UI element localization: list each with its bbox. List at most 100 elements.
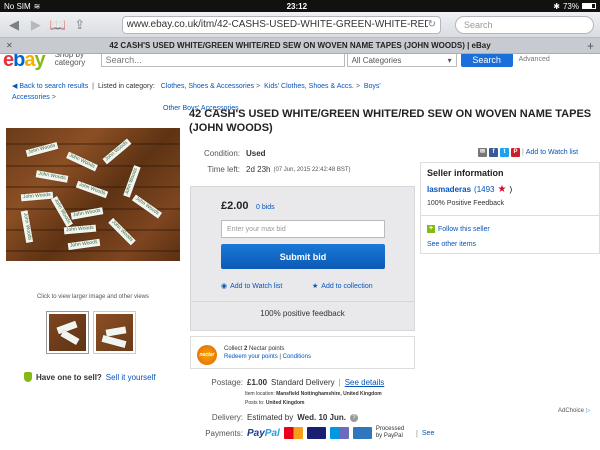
payments-row: Payments: PayPal Processed by PayPal | S… bbox=[188, 426, 434, 440]
shop-by-category[interactable]: Shop by category bbox=[55, 54, 95, 67]
collection-action[interactable]: ★ Add to collection bbox=[312, 282, 373, 291]
star-icon: ★ bbox=[312, 283, 319, 290]
pinterest-icon[interactable]: P bbox=[511, 148, 520, 157]
seller-info-box: Seller information lasmaderas (1493 ★ ) … bbox=[420, 162, 600, 254]
conditions-link[interactable]: Conditions bbox=[283, 354, 311, 360]
mastercard-icon bbox=[283, 427, 303, 439]
delivery-date: Wed. 10 Jun. bbox=[297, 413, 347, 422]
ebay-search-button[interactable]: Search bbox=[460, 54, 513, 67]
close-tab-icon[interactable]: ✕ bbox=[6, 41, 20, 50]
adchoice[interactable]: AdChoice ▷ bbox=[558, 407, 591, 415]
nectar-logo: nectar bbox=[197, 345, 217, 365]
item-location: Item location: Mansfield Nottinghamshire… bbox=[245, 391, 382, 397]
positive-feedback-text: 100% positive feedback bbox=[260, 309, 345, 318]
forward-arrow-icon[interactable]: ▶ bbox=[28, 17, 44, 33]
ebay-search-input[interactable]: Search... bbox=[100, 54, 345, 67]
submit-bid-button[interactable]: Submit bid bbox=[221, 244, 385, 269]
image-caption: Click to view larger image and other vie… bbox=[36, 294, 150, 300]
postage-row: Postage: £1.00 Standard Delivery | See d… bbox=[188, 378, 384, 387]
bookmarks-icon[interactable]: 📖 bbox=[50, 17, 66, 33]
thumbnail[interactable] bbox=[46, 311, 89, 354]
plus-icon: + bbox=[427, 225, 435, 233]
payments-label: Payments: bbox=[205, 428, 243, 438]
eye-icon: ◉ bbox=[221, 283, 228, 290]
name-tape: John Woods bbox=[35, 170, 69, 183]
bid-count-link[interactable]: 0 bids bbox=[256, 204, 275, 211]
thumbnail-strip bbox=[46, 311, 136, 354]
name-tape: John Woods bbox=[66, 151, 98, 172]
nectar-box: nectar Collect 2 Nectar points Redeem yo… bbox=[190, 336, 415, 369]
processed-by-paypal: Processed by PayPal bbox=[375, 426, 405, 439]
time-left-label: Time left: bbox=[207, 165, 240, 174]
max-bid-placeholder: Enter your max bid bbox=[227, 225, 286, 233]
ebay-header: ebay Shop by category Search... All Cate… bbox=[0, 54, 600, 70]
maestro-icon bbox=[329, 427, 349, 439]
tab-title[interactable]: 42 CASH'S USED WHITE/GREEN WHITE/RED SEW… bbox=[20, 41, 580, 50]
wifi-icon: ≋ bbox=[33, 1, 41, 11]
see-details-link[interactable]: See details bbox=[345, 378, 385, 387]
seller-score-link[interactable]: (1493 bbox=[474, 185, 494, 194]
name-tape: John Woods bbox=[123, 165, 141, 198]
add-to-watch-list-link[interactable]: Add to Watch list bbox=[526, 149, 578, 156]
name-tape: John Woods bbox=[108, 217, 136, 246]
ios-status-bar: No SIM ≋ 23:12 ✱ 73% bbox=[0, 0, 600, 12]
share-bar: ✉ f t P | Add to Watch list bbox=[478, 148, 579, 157]
browser-toolbar: ◀ ▶ 📖 ⇪ www.ebay.co.uk/itm/42-CASHS-USED… bbox=[0, 12, 600, 38]
browser-search-input[interactable]: Search bbox=[455, 15, 595, 34]
visa-icon bbox=[306, 427, 326, 439]
name-tape: John Woods bbox=[50, 196, 73, 227]
category-label: All Categories bbox=[351, 55, 402, 65]
nectar-collect: Collect 2 Nectar points bbox=[224, 346, 285, 352]
redeem-points-link[interactable]: Redeem your points bbox=[224, 354, 278, 360]
back-to-search-link[interactable]: Back to search results bbox=[19, 83, 88, 90]
facebook-icon[interactable]: f bbox=[489, 148, 498, 157]
time-left-row: Time left: 2d 23h (07 Jun, 2015 22:42:48… bbox=[190, 165, 351, 176]
ebay-logo[interactable]: ebay bbox=[3, 54, 46, 70]
sell-it-yourself-link[interactable]: Sell it yourself bbox=[106, 373, 156, 382]
watch-list-link[interactable]: Add to Watch list bbox=[230, 283, 282, 290]
seller-name-link[interactable]: lasmaderas bbox=[427, 185, 471, 194]
advanced-search-link[interactable]: Advanced bbox=[519, 56, 550, 63]
name-tape: John Woods bbox=[75, 180, 108, 199]
page-title: 42 CASH'S USED WHITE/GREEN WHITE/RED SEW… bbox=[189, 108, 592, 134]
bluetooth-icon: ✱ bbox=[553, 1, 560, 11]
feedback-star-icon: ★ bbox=[497, 184, 507, 195]
sell-prompt: Have one to sell? Sell it yourself bbox=[24, 372, 156, 382]
condition-label: Condition: bbox=[203, 149, 240, 158]
follow-seller[interactable]: + Follow this seller bbox=[427, 225, 490, 233]
tab-bar: ✕ 42 CASH'S USED WHITE/GREEN WHITE/RED S… bbox=[0, 38, 600, 54]
delivery-estimated: Estimated by bbox=[247, 413, 294, 422]
max-bid-input[interactable]: Enter your max bid bbox=[221, 220, 385, 238]
carrier-label: No SIM bbox=[4, 1, 31, 11]
name-tape: John Woods bbox=[63, 224, 96, 235]
ebay-search-placeholder: Search... bbox=[105, 55, 142, 65]
listed-in-label: Listed in category: bbox=[97, 83, 155, 90]
paypal-logo: PayPal bbox=[247, 427, 280, 439]
watch-list-action[interactable]: ◉ Add to Watch list bbox=[221, 282, 282, 291]
reload-icon[interactable]: ↻ bbox=[428, 19, 436, 30]
end-time: (07 Jun, 2015 22:42:48 BST) bbox=[273, 167, 351, 173]
see-payments-link[interactable]: See bbox=[422, 430, 434, 437]
thumbnail[interactable] bbox=[93, 311, 136, 354]
delivery-row: Delivery: Estimated by Wed. 10 Jun. ? bbox=[188, 413, 359, 422]
follow-seller-link[interactable]: Follow this seller bbox=[438, 226, 490, 233]
new-tab-icon[interactable]: + bbox=[580, 39, 594, 53]
battery-percent: 73% bbox=[562, 1, 579, 11]
battery-icon bbox=[582, 3, 596, 9]
divider bbox=[191, 301, 414, 302]
see-other-items-link[interactable]: See other items bbox=[427, 241, 476, 248]
main-item-image[interactable]: John Woods John Woods John Woods John Wo… bbox=[6, 128, 180, 261]
breadcrumb-item[interactable]: Clothes, Shoes & Accessories bbox=[161, 83, 254, 90]
add-to-collection-link[interactable]: Add to collection bbox=[321, 283, 372, 290]
back-arrow-small-icon: ◀ bbox=[12, 83, 18, 90]
back-arrow-icon[interactable]: ◀ bbox=[6, 17, 22, 33]
breadcrumb-item[interactable]: Kids' Clothes, Shoes & Accs. bbox=[264, 83, 354, 90]
twitter-icon[interactable]: t bbox=[500, 148, 509, 157]
bid-box: £2.00 0 bids Enter your max bid Submit b… bbox=[190, 186, 415, 331]
address-bar[interactable]: www.ebay.co.uk/itm/42-CASHS-USED-WHITE-G… bbox=[121, 15, 442, 34]
seller-heading: Seller information bbox=[427, 168, 504, 178]
email-icon[interactable]: ✉ bbox=[478, 148, 487, 157]
help-icon[interactable]: ? bbox=[350, 413, 359, 422]
category-select[interactable]: All Categories ▾ bbox=[346, 54, 457, 67]
share-icon[interactable]: ⇪ bbox=[72, 17, 88, 33]
